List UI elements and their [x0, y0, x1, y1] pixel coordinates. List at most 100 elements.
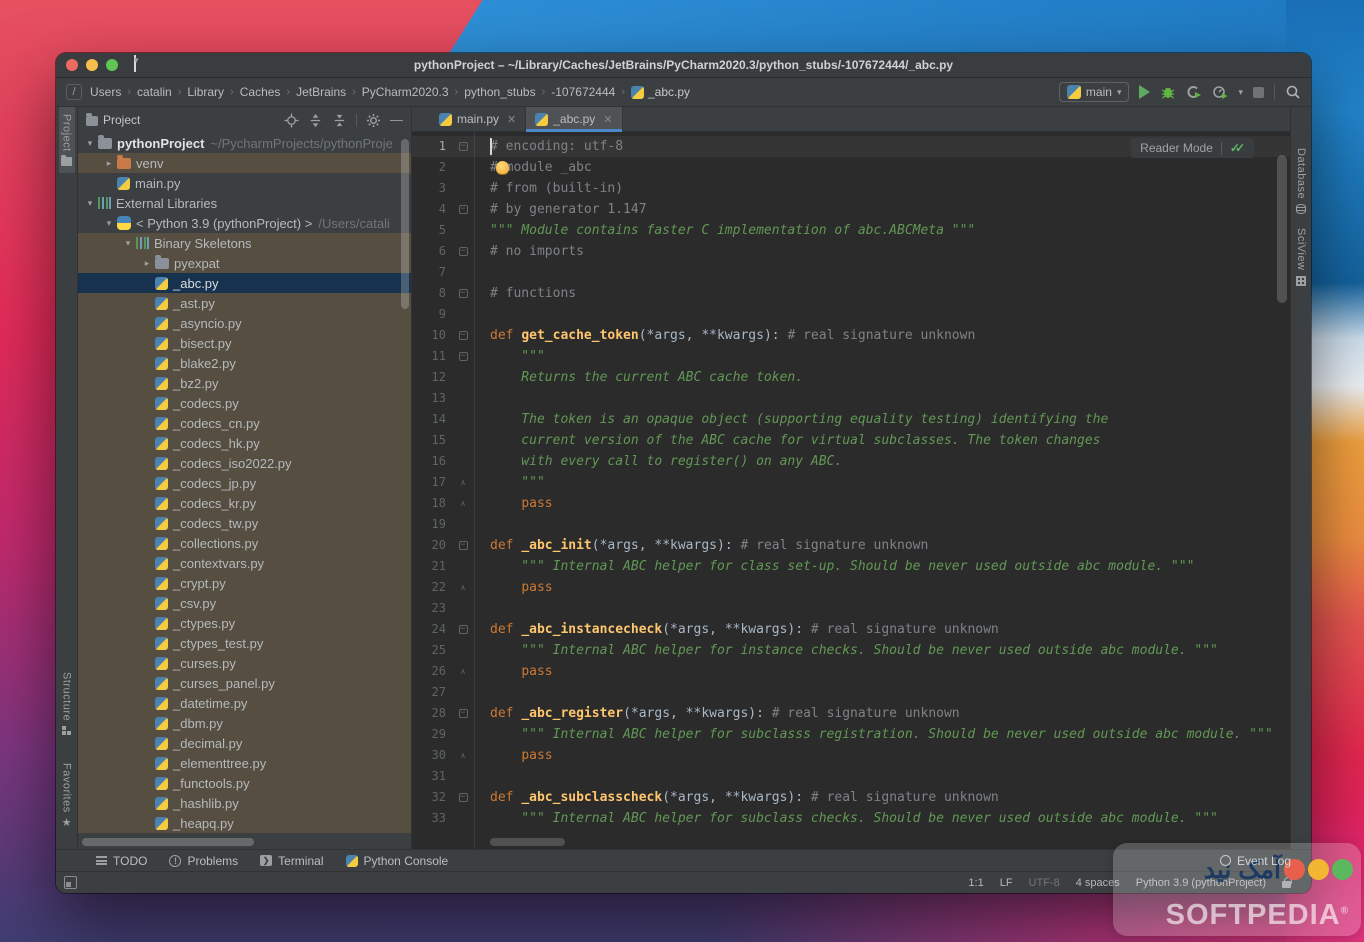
tree-item[interactable]: _bisect.py — [78, 333, 411, 353]
expand-all-icon[interactable] — [308, 113, 323, 128]
tool-stripe-tab-database[interactable]: Database — [1293, 141, 1309, 221]
fold-marker-icon[interactable]: − — [452, 535, 474, 556]
chevron-down-icon[interactable]: ▾ — [82, 198, 98, 209]
code-line[interactable]: 21 """ Internal ABC helper for class set… — [412, 556, 1290, 577]
fold-marker-icon[interactable]: ∧ — [452, 472, 474, 493]
fold-collapse-icon[interactable]: − — [459, 289, 468, 298]
code-line[interactable]: 22∧ pass — [412, 577, 1290, 598]
tool-stripe-tab-structure[interactable]: Structure — [59, 665, 75, 742]
root-slash-icon[interactable]: / — [66, 84, 82, 100]
fold-marker-icon[interactable]: − — [452, 241, 474, 262]
fold-collapse-icon[interactable]: − — [459, 331, 468, 340]
run-button[interactable] — [1139, 85, 1150, 99]
tree-item[interactable]: ▾pythonProject~/PycharmProjects/pythonPr… — [78, 133, 411, 153]
chevron-right-icon[interactable]: ▸ — [139, 258, 155, 269]
gear-icon[interactable] — [366, 113, 381, 128]
tree-item[interactable]: _heapq.py — [78, 813, 411, 833]
title-bar[interactable]: pythonProject – ~/Library/Caches/JetBrai… — [56, 53, 1311, 78]
code-line[interactable]: 20−def _abc_init(*args, **kwargs): # rea… — [412, 535, 1290, 556]
tool-window-button-python-console[interactable]: Python Console — [346, 854, 449, 868]
fold-collapse-icon[interactable]: − — [459, 247, 468, 256]
fold-collapse-icon[interactable]: − — [459, 541, 468, 550]
code-line[interactable]: 12 Returns the current ABC cache token. — [412, 367, 1290, 388]
tree-item[interactable]: _csv.py — [78, 593, 411, 613]
tree-item[interactable]: _collections.py — [78, 533, 411, 553]
tree-item[interactable]: _abc.py — [78, 273, 411, 293]
fold-end-icon[interactable]: ∧ — [461, 472, 466, 493]
code-line[interactable]: 5""" Module contains faster C implementa… — [412, 220, 1290, 241]
tree-item[interactable]: _codecs_tw.py — [78, 513, 411, 533]
code-line[interactable]: 24−def _abc_instancecheck(*args, **kwarg… — [412, 619, 1290, 640]
tool-stripe-tab-favorites[interactable]: Favorites★ — [59, 756, 75, 835]
code-line[interactable]: 28−def _abc_register(*args, **kwargs): #… — [412, 703, 1290, 724]
fold-marker-icon[interactable]: ∧ — [452, 661, 474, 682]
fold-end-icon[interactable]: ∧ — [461, 745, 466, 766]
fold-marker-icon[interactable]: − — [452, 346, 474, 367]
fold-collapse-icon[interactable]: − — [459, 709, 468, 718]
chevron-down-icon[interactable]: ▾ — [120, 238, 136, 249]
fold-marker-icon[interactable]: − — [452, 703, 474, 724]
tree-item[interactable]: _blake2.py — [78, 353, 411, 373]
code-editor[interactable]: 1−# encoding: utf-82# module _abc3# from… — [412, 132, 1290, 849]
tree-item[interactable]: _ctypes_test.py — [78, 633, 411, 653]
breadcrumb-item[interactable]: Library — [187, 85, 224, 99]
breadcrumb-item[interactable]: Users — [90, 85, 121, 99]
fold-collapse-icon[interactable]: − — [459, 352, 468, 361]
tree-item[interactable]: ▾< Python 3.9 (pythonProject) >/Users/ca… — [78, 213, 411, 233]
fold-marker-icon[interactable]: − — [452, 136, 474, 157]
editor-horizontal-scrollbar[interactable] — [490, 838, 565, 846]
status-widget-utf-8[interactable]: UTF-8 — [1029, 877, 1060, 889]
code-line[interactable]: 17∧ """ — [412, 472, 1290, 493]
run-configuration-select[interactable]: main ▾ — [1059, 82, 1130, 102]
profiler-button[interactable] — [1212, 84, 1228, 100]
tool-window-button-todo[interactable]: TODO — [96, 854, 147, 868]
close-tab-icon[interactable]: ✕ — [603, 113, 612, 126]
tree-item[interactable]: _datetime.py — [78, 693, 411, 713]
tree-item[interactable]: _codecs_jp.py — [78, 473, 411, 493]
status-widget-lf[interactable]: LF — [1000, 877, 1013, 889]
chevron-down-icon[interactable]: ▾ — [1238, 87, 1243, 98]
tree-item[interactable]: _codecs_cn.py — [78, 413, 411, 433]
code-line[interactable]: 30∧ pass — [412, 745, 1290, 766]
code-line[interactable]: 18∧ pass — [412, 493, 1290, 514]
code-line[interactable]: 33 """ Internal ABC helper for subclass … — [412, 808, 1290, 829]
code-line[interactable]: 26∧ pass — [412, 661, 1290, 682]
tree-item[interactable]: _decimal.py — [78, 733, 411, 753]
tool-stripe-tab-project[interactable]: Project — [59, 107, 75, 173]
code-line[interactable]: 6−# no imports — [412, 241, 1290, 262]
fold-marker-icon[interactable]: − — [452, 787, 474, 808]
search-everywhere-icon[interactable] — [1285, 84, 1301, 100]
editor-vertical-scrollbar[interactable] — [1277, 155, 1287, 303]
code-line[interactable]: 16 with every call to register() on any … — [412, 451, 1290, 472]
breadcrumb-item[interactable]: JetBrains — [296, 85, 346, 99]
editor-tab-main.py[interactable]: main.py✕ — [430, 107, 526, 131]
hide-panel-icon[interactable]: — — [390, 115, 403, 125]
code-line[interactable]: 15 current version of the ABC cache for … — [412, 430, 1290, 451]
intention-bulb-icon[interactable] — [496, 161, 509, 174]
tree-item[interactable]: _codecs_kr.py — [78, 493, 411, 513]
code-line[interactable]: 29 """ Internal ABC helper for subclasss… — [412, 724, 1290, 745]
tree-item[interactable]: _ast.py — [78, 293, 411, 313]
tree-item[interactable]: _dbm.py — [78, 713, 411, 733]
tree-item[interactable]: _bz2.py — [78, 373, 411, 393]
code-line[interactable]: 8−# functions — [412, 283, 1290, 304]
tree-item[interactable]: _asyncio.py — [78, 313, 411, 333]
fold-marker-icon[interactable]: − — [452, 199, 474, 220]
fold-marker-icon[interactable]: ∧ — [452, 745, 474, 766]
chevron-right-icon[interactable]: ▸ — [101, 158, 117, 169]
code-line[interactable]: 23 — [412, 598, 1290, 619]
code-line[interactable]: 14 The token is an opaque object (suppor… — [412, 409, 1290, 430]
reader-mode-toggle[interactable]: Reader Mode ✓✓ — [1131, 138, 1254, 158]
breadcrumb-item[interactable]: catalin — [137, 85, 172, 99]
chevron-down-icon[interactable]: ▾ — [82, 138, 98, 149]
collapse-all-icon[interactable] — [332, 113, 347, 128]
fold-marker-icon[interactable]: − — [452, 325, 474, 346]
code-line[interactable]: 11− """ — [412, 346, 1290, 367]
tree-item[interactable]: _curses_panel.py — [78, 673, 411, 693]
fold-collapse-icon[interactable]: − — [459, 793, 468, 802]
fold-marker-icon[interactable]: ∧ — [452, 577, 474, 598]
tree-item[interactable]: _contextvars.py — [78, 553, 411, 573]
fold-collapse-icon[interactable]: − — [459, 625, 468, 634]
run-with-coverage-button[interactable] — [1186, 84, 1202, 100]
tree-item[interactable]: ▾Binary Skeletons — [78, 233, 411, 253]
